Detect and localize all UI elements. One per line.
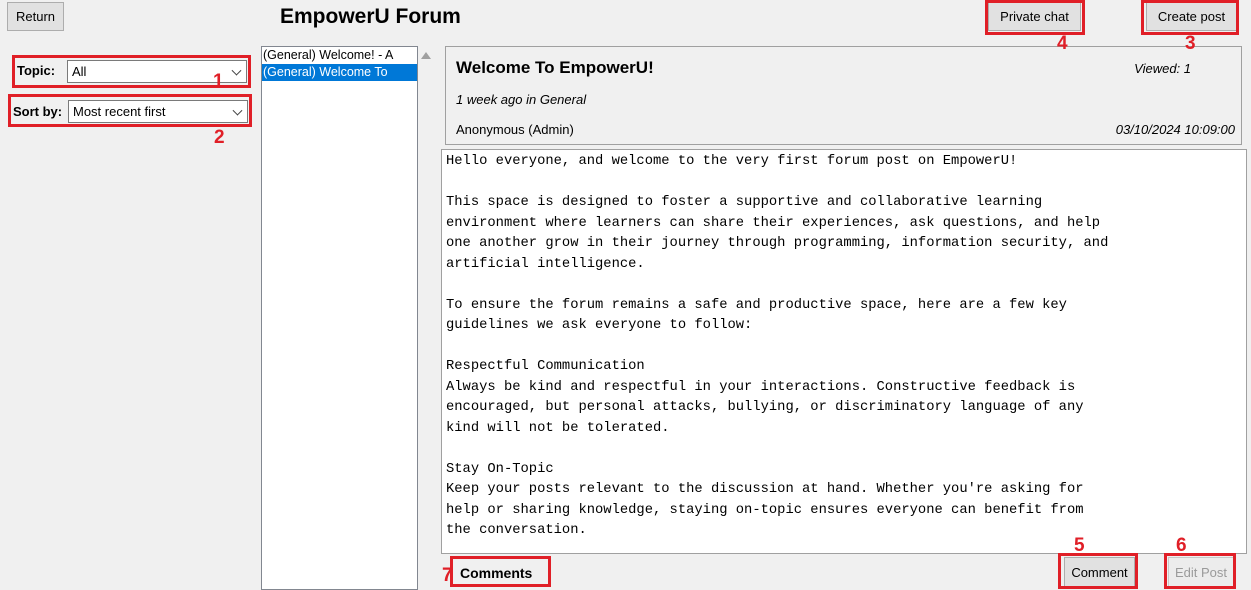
- annotation-number-4: 4: [1057, 33, 1068, 54]
- chevron-down-icon: [232, 105, 243, 116]
- annotation-number-1: 1: [213, 71, 224, 92]
- annotation-number-5: 5: [1074, 535, 1085, 556]
- annotation-number-2: 2: [214, 127, 225, 148]
- post-body[interactable]: Hello everyone, and welcome to the very …: [441, 149, 1247, 554]
- post-list[interactable]: (General) Welcome! - A (General) Welcome…: [261, 46, 418, 590]
- sort-select[interactable]: Most recent first: [68, 100, 248, 123]
- comments-heading: Comments: [460, 565, 533, 581]
- post-paragraph: Stay On-Topic Keep your posts relevant t…: [446, 461, 1084, 539]
- post-view-count: Viewed: 1: [1134, 61, 1191, 76]
- post-header: Welcome To EmpowerU! Viewed: 1 1 week ag…: [445, 46, 1242, 145]
- post-title: Welcome To EmpowerU!: [456, 58, 654, 77]
- topic-label: Topic:: [17, 63, 56, 78]
- create-post-button[interactable]: Create post: [1146, 2, 1237, 31]
- post-paragraph: This space is designed to foster a suppo…: [446, 195, 1109, 272]
- chevron-down-icon: [231, 65, 242, 76]
- sort-value: Most recent first: [73, 104, 166, 119]
- annotation-number-3: 3: [1185, 33, 1196, 54]
- post-paragraph: To ensure the forum remains a safe and p…: [446, 297, 1067, 334]
- comment-button[interactable]: Comment: [1064, 557, 1135, 588]
- scroll-up-icon[interactable]: [421, 52, 431, 59]
- sort-label: Sort by:: [13, 104, 63, 119]
- private-chat-button[interactable]: Private chat: [988, 2, 1081, 31]
- post-paragraph: Respectful Communication Always be kind …: [446, 359, 1084, 436]
- post-list-item[interactable]: (General) Welcome! - A: [262, 47, 417, 64]
- post-author: Anonymous (Admin): [456, 122, 574, 137]
- edit-post-button[interactable]: Edit Post: [1168, 557, 1234, 588]
- return-button[interactable]: Return: [7, 2, 64, 31]
- post-date: 03/10/2024 10:09:00: [1115, 122, 1235, 137]
- app-title: EmpowerU Forum: [280, 5, 461, 28]
- post-list-item-selected[interactable]: (General) Welcome To: [262, 64, 417, 81]
- annotation-number-6: 6: [1176, 535, 1187, 556]
- post-meta: 1 week ago in General: [456, 92, 587, 107]
- annotation-number-7: 7: [442, 565, 453, 586]
- post-paragraph: Hello everyone, and welcome to the very …: [446, 154, 1018, 169]
- topic-value: All: [72, 64, 87, 79]
